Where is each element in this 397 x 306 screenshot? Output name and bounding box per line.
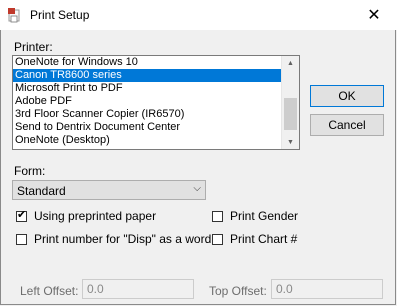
top-offset-field[interactable]: 0.0 — [271, 279, 383, 299]
printer-list-item[interactable]: Microsoft Print to PDF — [13, 82, 283, 95]
print-number-word-label: Print number for "Disp" as a word — [34, 232, 212, 246]
form-select-value: Standard — [17, 184, 66, 198]
using-preprinted-checkbox[interactable]: ✔ Using preprinted paper — [16, 209, 156, 223]
print-gender-label: Print Gender — [230, 209, 299, 223]
print-chart-checkbox[interactable]: Print Chart # — [212, 232, 297, 246]
title-bar: Print Setup ✕ — [0, 0, 397, 30]
printer-list[interactable]: OneNote for Windows 10 Canon TR8600 serie… — [12, 55, 300, 150]
print-number-word-checkbox[interactable]: Print number for "Disp" as a word — [16, 232, 211, 246]
printer-list-item[interactable]: Adobe PDF — [13, 95, 283, 108]
left-offset-label: Left Offset: — [20, 284, 79, 298]
chevron-down-icon: ⌵ — [193, 183, 201, 194]
scroll-thumb[interactable] — [284, 98, 297, 130]
printer-list-item[interactable]: Send to Dentrix Document Center — [13, 121, 283, 134]
printer-list-scrollbar[interactable]: ▲ ▼ — [281, 56, 299, 149]
form-label: Form: — [14, 164, 46, 178]
print-gender-checkbox[interactable]: Print Gender — [212, 209, 298, 223]
close-icon: ✕ — [367, 7, 381, 24]
ok-button[interactable]: OK — [310, 85, 384, 107]
close-button[interactable]: ✕ — [351, 0, 397, 30]
printer-list-item[interactable]: 3rd Floor Scanner Copier (IR6570) — [13, 108, 283, 121]
scroll-down-icon[interactable]: ▼ — [282, 135, 299, 149]
form-select[interactable]: Standard ⌵ — [12, 180, 206, 200]
left-offset-field[interactable]: 0.0 — [82, 279, 194, 299]
top-offset-label: Top Offset: — [209, 284, 267, 298]
printer-label: Printer: — [14, 40, 53, 54]
print-setup-dialog — [0, 0, 396, 305]
scroll-up-icon[interactable]: ▲ — [282, 56, 299, 70]
printer-list-item[interactable]: Canon TR8600 series — [13, 69, 283, 82]
print-chart-label: Print Chart # — [230, 232, 298, 246]
printer-list-item[interactable]: OneNote (Desktop) — [13, 134, 283, 147]
checkmark-icon: ✔ — [17, 208, 27, 221]
window-title: Print Setup — [30, 8, 90, 22]
using-preprinted-label: Using preprinted paper — [34, 209, 157, 223]
printer-list-item[interactable]: OneNote for Windows 10 — [13, 56, 283, 69]
cancel-button[interactable]: Cancel — [310, 114, 384, 136]
printer-app-icon — [8, 8, 20, 23]
